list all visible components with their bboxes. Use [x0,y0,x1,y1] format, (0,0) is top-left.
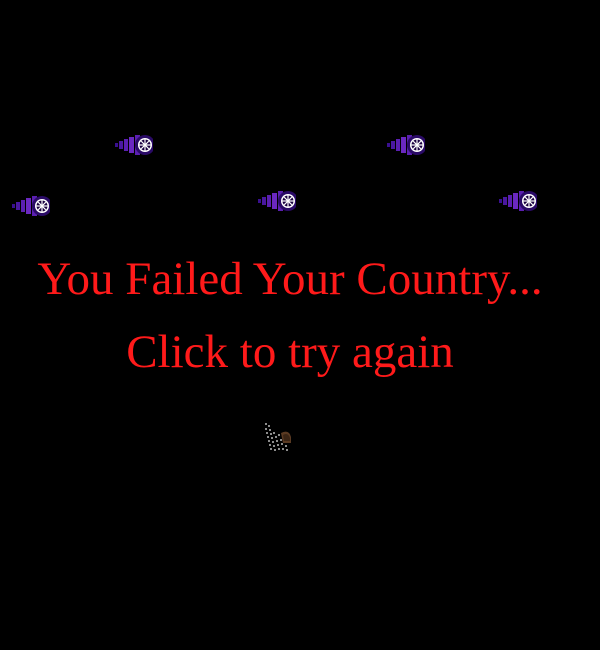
wrecked-tank-icon [263,421,293,453]
retry-prompt[interactable]: Click to try again [0,325,590,379]
game-over-message: You Failed Your Country... [37,253,543,305]
enemy-ship-icon [385,131,425,159]
enemy-ship-icon [256,187,296,215]
enemy-ship-icon [113,131,153,159]
enemy-ship-icon [10,192,50,220]
enemy-ship-icon [497,187,537,215]
game-over-screen[interactable]: You Failed Your Country... Click to try … [0,0,600,650]
